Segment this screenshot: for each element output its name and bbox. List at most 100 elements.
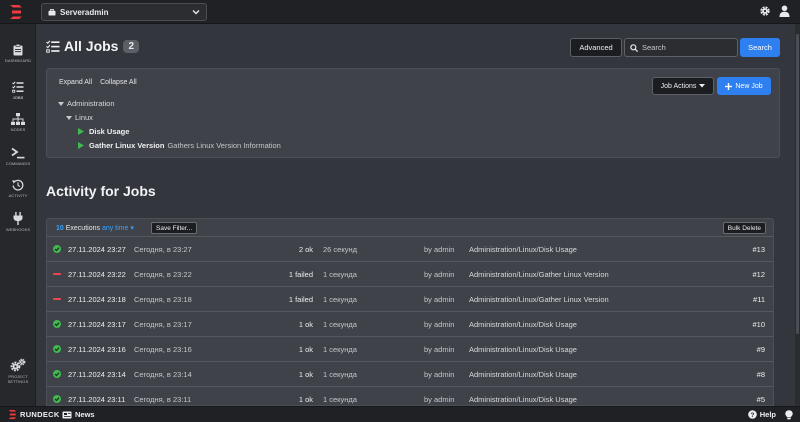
caret-down-icon [699,84,706,88]
search-input[interactable] [642,43,732,52]
sidebar-item-nodes[interactable]: NODES [0,113,36,132]
execution-user: by admin [424,320,455,329]
execution-id-link[interactable]: #10 [752,320,765,329]
run-job-icon[interactable] [78,128,84,135]
tasks-icon [12,81,24,93]
sidebar-item-label: ACTIVITY [8,193,28,198]
newspaper-icon [62,411,72,418]
execution-duration: 1 секунда [323,370,357,379]
execution-job-link[interactable]: Administration/Linux/Disk Usage [469,345,577,354]
help-label: Help [759,410,776,419]
execution-duration: 1 секунда [323,295,357,304]
lightbulb-icon[interactable] [785,410,793,420]
help-link[interactable]: ? Help [747,410,776,419]
group-linux[interactable]: Linux [66,113,93,122]
execution-job-link[interactable]: Administration/Linux/Gather Linux Versio… [469,295,609,304]
sidebar-item-activity[interactable]: ACTIVITY [0,179,36,198]
execution-job-link[interactable]: Administration/Linux/Disk Usage [469,320,577,329]
brand-name: RUNDECK [20,410,60,419]
execution-id-link[interactable]: #9 [757,345,765,354]
execution-relative-time: Сегодня, в 23:17 [134,320,192,329]
execution-job-link[interactable]: Administration/Linux/Gather Linux Versio… [469,270,609,279]
execution-id-link[interactable]: #12 [752,270,765,279]
execution-relative-time: Сегодня, в 23:14 [134,370,192,379]
footer: RUNDECK News ? Help [0,406,800,422]
sidebar-item-commands[interactable]: COMMANDS [0,147,36,166]
gear-icon[interactable] [759,5,771,17]
terminal-icon [11,147,25,159]
execution-duration: 26 секунд [323,245,357,254]
search-box[interactable] [624,38,738,57]
execution-job-link[interactable]: Administration/Linux/Disk Usage [469,395,577,404]
sidebar-item-label: WEBHOOKS [5,227,31,232]
time-filter-dropdown[interactable]: any time ▾ [102,225,134,232]
bulk-delete-button[interactable]: Bulk Delete [722,222,766,234]
chevron-down-icon [192,10,200,15]
execution-row[interactable]: 27.11.2024 23:22 Сегодня, в 23:22 1 failed… [47,262,773,287]
job-name-link[interactable]: Disk Usage [89,127,129,136]
execution-row[interactable]: 27.11.2024 23:11 Сегодня, в 23:11 1 ok 1 се… [47,387,773,405]
execution-date: 27.11.2024 23:17 [68,320,126,329]
activity-table: 10 Executions any time ▾ Save Filter... … [46,218,774,406]
execution-node-count: 1 ok [298,370,313,379]
search-button[interactable]: Search [740,38,780,57]
sidebar-item-label: COMMANDS [5,161,31,166]
execution-job-link[interactable]: Administration/Linux/Disk Usage [469,370,577,379]
execution-id-link[interactable]: #11 [753,295,765,304]
execution-row[interactable]: 27.11.2024 23:16 Сегодня, в 23:16 1 ok 1 се… [47,337,773,362]
sidebar-item-jobs[interactable]: JOBS [0,81,36,100]
execution-id-link[interactable]: #13 [752,245,765,254]
execution-row[interactable]: 27.11.2024 23:18 Сегодня, в 23:18 1 failed… [47,287,773,312]
execution-duration: 1 секунда [323,270,357,279]
execution-row[interactable]: 27.11.2024 23:27 Сегодня, в 23:27 2 ok 26 с… [47,237,773,262]
group-administration[interactable]: Administration [58,99,115,108]
execution-user: by admin [424,270,455,279]
executions-count: 10 [56,225,64,232]
check-circle-icon [53,245,61,253]
sidebar-item-label: SETTINGS [7,379,29,384]
news-link[interactable]: News [62,410,95,419]
collapse-all-link[interactable]: Collapse All [100,79,137,86]
search-icon [630,43,638,52]
expand-all-link[interactable]: Expand All [59,79,92,86]
scrollbar-thumb[interactable] [796,34,799,334]
execution-job-link[interactable]: Administration/Linux/Disk Usage [469,245,577,254]
footer-brand[interactable]: RUNDECK [8,410,60,419]
job-actions-label: Job Actions [660,82,697,90]
execution-user: by admin [424,295,455,304]
advanced-search-button[interactable]: Advanced [570,38,622,57]
execution-duration: 1 секунда [323,345,357,354]
execution-node-count: 2 ok [298,245,313,254]
history-icon [12,179,24,191]
executions-summary: 10 Executions any time ▾ [56,224,134,232]
run-job-icon[interactable] [78,142,84,149]
job-name-link[interactable]: Gather Linux Version [89,141,164,150]
execution-date: 27.11.2024 23:22 [68,270,126,279]
check-circle-icon [53,320,61,328]
new-job-button[interactable]: New Job [717,77,771,95]
execution-node-count: 1 ok [298,320,313,329]
user-icon[interactable] [779,5,790,17]
execution-duration: 1 секунда [323,320,357,329]
project-selector[interactable]: Serveradmin [41,3,207,21]
plus-icon [725,82,733,90]
execution-user: by admin [424,395,455,404]
execution-id-link[interactable]: #8 [757,370,765,379]
job-actions-button[interactable]: Job Actions [652,77,714,95]
sidebar-item-dashboard[interactable]: DASHBOARD [0,44,36,63]
sidebar-item-project-settings[interactable]: PROJECT SETTINGS [0,358,36,384]
rundeck-logo-icon[interactable] [10,5,22,19]
sidebar-item-webhooks[interactable]: WEBHOOKS [0,212,36,232]
execution-id-link[interactable]: #5 [757,395,765,404]
execution-relative-time: Сегодня, в 23:18 [134,295,192,304]
sidebar: DASHBOARD JOBS NODES COMMANDS ACTIVITY W… [0,24,36,406]
execution-date: 27.11.2024 23:16 [68,345,126,354]
execution-row[interactable]: 27.11.2024 23:14 Сегодня, в 23:14 1 ok 1 се… [47,362,773,387]
execution-row[interactable]: 27.11.2024 23:17 Сегодня, в 23:17 1 ok 1 се… [47,312,773,337]
sidebar-item-label: JOBS [12,95,24,100]
page-scrollbar[interactable] [795,24,800,406]
execution-node-count: 1 failed [288,270,313,279]
execution-relative-time: Сегодня, в 23:27 [134,245,192,254]
save-filter-button[interactable]: Save Filter... [151,222,198,234]
gears-icon [10,358,26,372]
